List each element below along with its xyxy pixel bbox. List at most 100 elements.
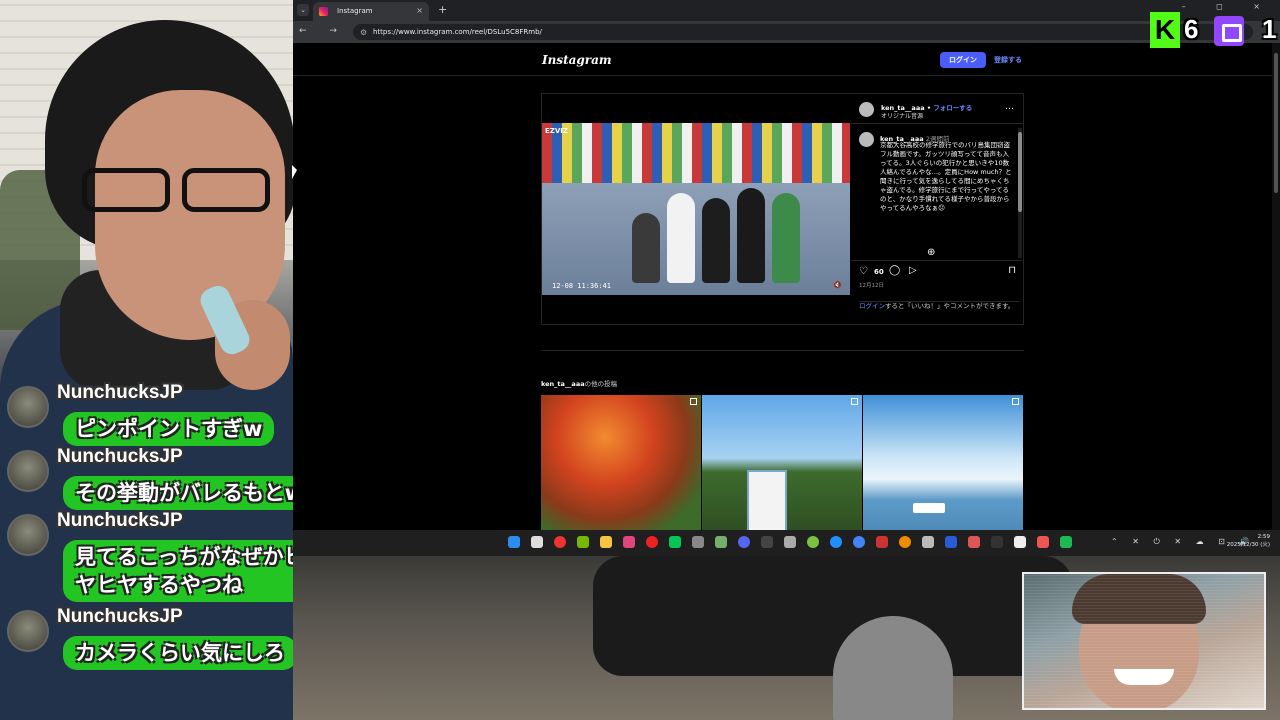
caption-area: ken_ta__aaa 2週間前 京都大谷高校の修学旅行でのバリ島集団窃盗フル動… bbox=[851, 128, 1024, 258]
site-info-icon[interactable]: ⚙ bbox=[360, 28, 367, 37]
twitch-logo-icon bbox=[1214, 16, 1244, 46]
tab-title: Instagram bbox=[337, 7, 373, 15]
more-posts-username[interactable]: ken_ta__aaa bbox=[541, 380, 585, 388]
chat-text: 見てるこっちがなぜかヒヤヒヤするやつね bbox=[63, 540, 327, 602]
chat-avatar bbox=[7, 450, 49, 492]
chrome-icon[interactable] bbox=[853, 536, 865, 548]
post-thumbnail-lake[interactable] bbox=[863, 395, 1023, 530]
app-icon[interactable] bbox=[623, 536, 635, 548]
new-tab-button[interactable]: + bbox=[438, 3, 447, 16]
carousel-icon bbox=[851, 398, 858, 405]
video-brand: EZVIZ bbox=[545, 127, 568, 135]
taskbar-clock[interactable]: 2:59 2025/12/30 (火) bbox=[1227, 533, 1270, 549]
share-icon[interactable]: ▷ bbox=[909, 265, 917, 276]
caption-avatar[interactable] bbox=[859, 132, 874, 147]
author-avatar[interactable] bbox=[859, 102, 874, 117]
app-icon[interactable] bbox=[876, 536, 888, 548]
app-icon[interactable] bbox=[899, 536, 911, 548]
chat-message: NunchucksJP カメラくらい気にしろ bbox=[5, 606, 335, 670]
video-timestamp: 12-08 11:36:41 bbox=[552, 282, 612, 290]
chat-message: NunchucksJP その挙動がバレるもとw bbox=[5, 446, 335, 510]
viewer-counters: K 6 1 bbox=[1150, 12, 1280, 48]
app-icon[interactable] bbox=[1060, 536, 1072, 548]
signup-link[interactable]: 登録する bbox=[994, 55, 1022, 65]
caption-scrollbar[interactable] bbox=[1018, 128, 1022, 258]
chat-author: NunchucksJP bbox=[57, 510, 183, 531]
chat-author: NunchucksJP bbox=[57, 606, 183, 627]
comment-icon[interactable]: ◯ bbox=[889, 265, 900, 276]
chat-avatar bbox=[7, 514, 49, 556]
page-scrollbar[interactable] bbox=[1272, 43, 1280, 530]
mouse-cursor-icon bbox=[292, 165, 297, 179]
bookmark-icon[interactable]: ⊓ bbox=[1008, 265, 1016, 276]
more-posts-grid bbox=[541, 395, 1024, 530]
app-icon[interactable] bbox=[761, 536, 773, 548]
audio-label[interactable]: オリジナル音源 bbox=[881, 111, 923, 120]
app-icon[interactable] bbox=[715, 536, 727, 548]
chat-text: ピンポイントすぎw bbox=[63, 412, 275, 446]
record-icon[interactable] bbox=[646, 536, 658, 548]
clock-date: 2025/12/30 (火) bbox=[1226, 542, 1270, 548]
nvidia-icon[interactable] bbox=[577, 536, 589, 548]
heart-icon[interactable]: ♡ bbox=[859, 266, 868, 277]
folder-icon[interactable] bbox=[600, 536, 612, 548]
app-icon[interactable] bbox=[784, 536, 796, 548]
post-actions: ♡ 60 ◯ ▷ ⊓ bbox=[851, 260, 1024, 280]
discord-icon[interactable] bbox=[738, 536, 750, 548]
post-thumbnail-sign[interactable] bbox=[702, 395, 862, 530]
instagram-favicon-icon bbox=[319, 7, 328, 16]
app-icon[interactable] bbox=[554, 536, 566, 548]
browser-window: ⌄ Instagram × + – ◻ × ← → ⟳ ⚙ https://ww… bbox=[293, 0, 1280, 530]
taskbar-apps bbox=[508, 536, 1072, 550]
mute-icon[interactable]: 🔇 bbox=[833, 281, 842, 289]
clock-time: 2:59 bbox=[1257, 534, 1270, 540]
url-field[interactable]: ⚙ https://www.instagram.com/reel/DSLu5C8… bbox=[353, 24, 1253, 40]
post-date: 12月12日 bbox=[859, 283, 884, 289]
login-button[interactable]: ログイン bbox=[940, 52, 986, 68]
tab-search-button[interactable]: ⌄ bbox=[297, 4, 309, 16]
chat-text: カメラくらい気にしろ bbox=[63, 636, 297, 670]
explorer-icon[interactable] bbox=[531, 536, 543, 548]
app-icon[interactable] bbox=[968, 536, 980, 548]
address-bar-row: ← → ⟳ ⚙ https://www.instagram.com/reel/D… bbox=[293, 21, 1280, 43]
edge-icon[interactable] bbox=[830, 536, 842, 548]
xbox-icon[interactable] bbox=[807, 536, 819, 548]
tab-close-icon[interactable]: × bbox=[416, 6, 423, 15]
login-prompt: ログインすると「いいね！」やコメントができます。 bbox=[859, 301, 1019, 311]
carousel-icon bbox=[690, 398, 697, 405]
reel-post: EZVIZ 12-08 11:36:41 🔇 ken_ta__aaa • フォロ… bbox=[541, 93, 1024, 325]
chat-avatar bbox=[7, 610, 49, 652]
room-shadow bbox=[593, 556, 1073, 676]
more-posts-heading: ken_ta__aaaの他の投稿 bbox=[541, 378, 617, 388]
start-icon[interactable] bbox=[508, 536, 520, 548]
app-icon[interactable] bbox=[1014, 536, 1026, 548]
more-options-icon[interactable]: … bbox=[1005, 102, 1014, 112]
app-icon[interactable] bbox=[991, 536, 1003, 548]
app-icon[interactable] bbox=[692, 536, 704, 548]
follow-button[interactable]: フォローする bbox=[933, 104, 972, 112]
section-divider bbox=[541, 350, 1024, 351]
reel-video[interactable]: EZVIZ 12-08 11:36:41 🔇 bbox=[542, 94, 850, 324]
carousel-icon bbox=[1012, 398, 1019, 405]
instagram-logo[interactable]: Instagram bbox=[542, 53, 612, 67]
tab-instagram[interactable]: Instagram × bbox=[313, 2, 429, 21]
guest-webcam bbox=[1022, 572, 1266, 710]
app-icon[interactable] bbox=[922, 536, 934, 548]
add-comment-icon[interactable]: ⊕ bbox=[927, 247, 935, 258]
chat-message: NunchucksJP 見てるこっちがなぜかヒヤヒヤするやつね bbox=[5, 510, 335, 606]
like-count: 60 bbox=[874, 268, 884, 276]
windows-taskbar: ⌃ ✕ ⏻ ✕ ☁ ⊡ 🔊 2:59 2025/12/30 (火) bbox=[293, 530, 1280, 556]
twitch-viewer-count: 1 bbox=[1262, 14, 1277, 44]
login-prompt-text: すると「いいね！」やコメントができます。 bbox=[885, 302, 1015, 310]
line-icon[interactable] bbox=[669, 536, 681, 548]
app-icon[interactable] bbox=[1037, 536, 1049, 548]
app-icon[interactable] bbox=[945, 536, 957, 548]
login-prompt-link[interactable]: ログイン bbox=[859, 302, 885, 310]
kick-logo-icon: K bbox=[1150, 12, 1180, 48]
thumbnail-sign bbox=[747, 470, 787, 530]
window-controls[interactable]: – ◻ × bbox=[1182, 2, 1274, 11]
chat-text: その挙動がバレるもとw bbox=[63, 476, 316, 510]
more-posts-suffix: の他の投稿 bbox=[584, 380, 618, 388]
chat-message: NunchucksJP ピンポイントすぎw bbox=[5, 382, 335, 446]
post-thumbnail-autumn[interactable] bbox=[541, 395, 701, 530]
